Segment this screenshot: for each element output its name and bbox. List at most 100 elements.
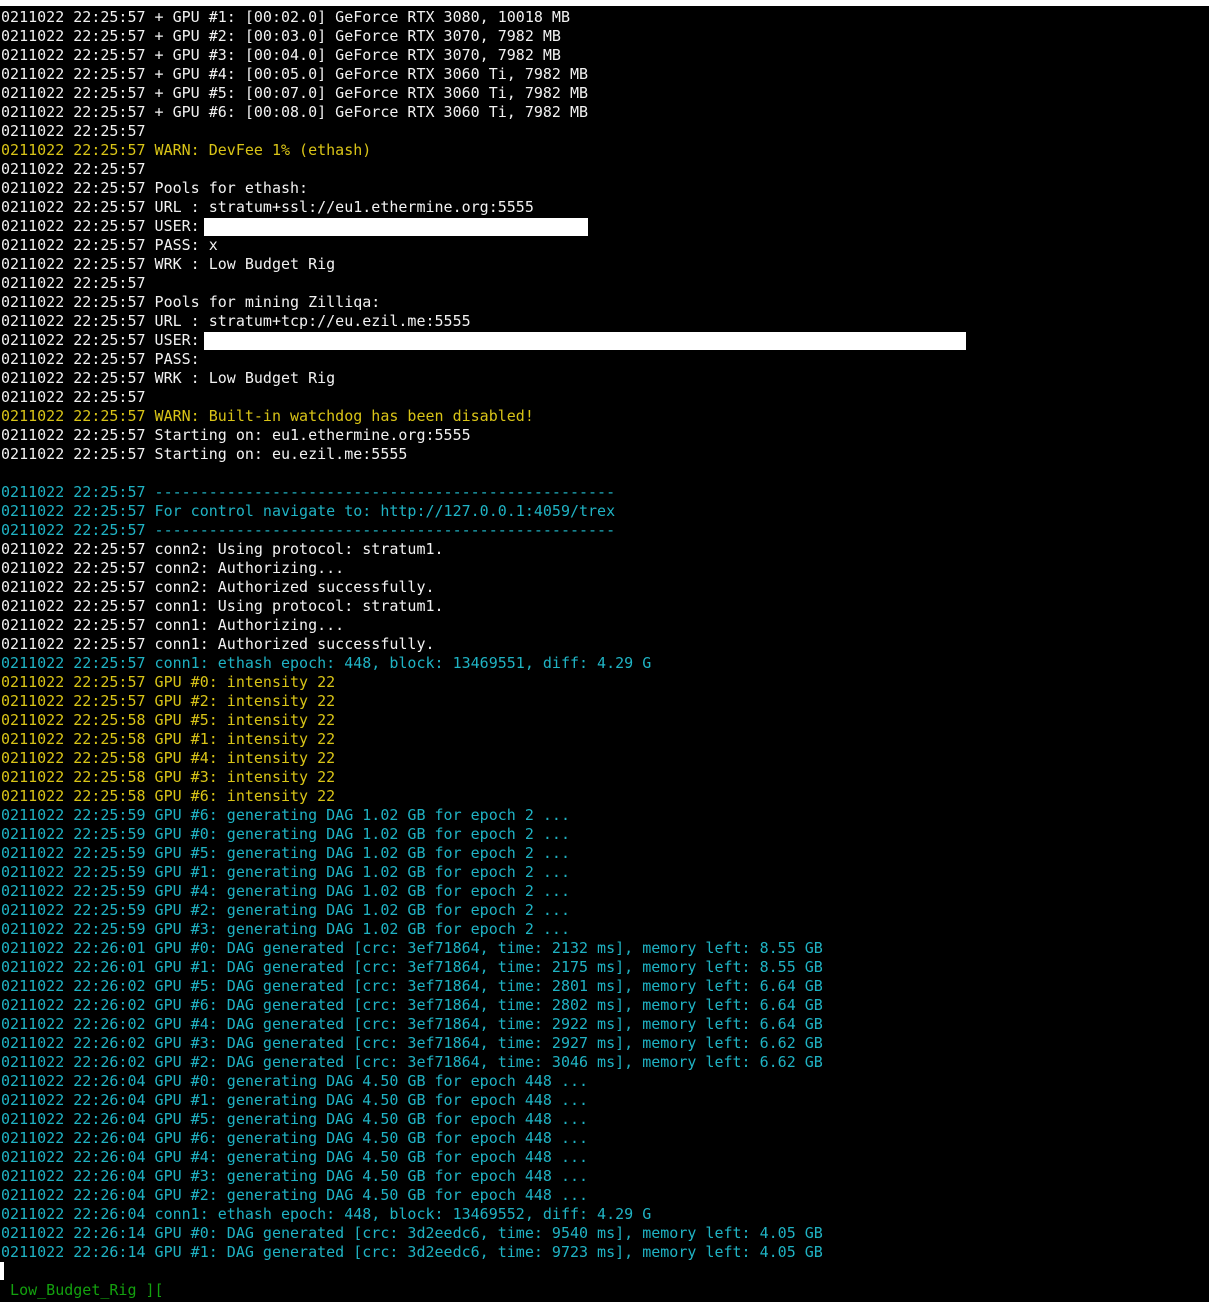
- log-line: 20211022 22:26:04 GPU #5: generating DAG…: [0, 1110, 823, 1129]
- log-line: 20211022 22:25:57 conn1: Authorizing...: [0, 616, 823, 635]
- log-line-text: 20211022 22:25:58 GPU #4: intensity 22: [0, 749, 336, 767]
- log-line: 20211022 22:26:04 GPU #0: generating DAG…: [0, 1072, 823, 1091]
- log-line-text: 20211022 22:25:57 conn2: Using protocol:…: [0, 540, 444, 558]
- log-line-text: 20211022 22:25:57 Pools for ethash:: [0, 179, 309, 197]
- log-line-text: 20211022 22:25:57 + GPU #4: [00:05.0] Ge…: [0, 65, 589, 83]
- log-line: 20211022 22:25:59 GPU #5: generating DAG…: [0, 844, 823, 863]
- log-line: 20211022 22:25:57 + GPU #2: [00:03.0] Ge…: [0, 27, 823, 46]
- log-line-text: 20211022 22:25:57 WARN: DevFee 1% (ethas…: [0, 141, 372, 159]
- log-line-text: 20211022 22:25:57 conn1: ethash epoch: 4…: [0, 654, 652, 672]
- log-line: 20211022 22:25:58 GPU #1: intensity 22: [0, 730, 823, 749]
- log-line: 20211022 22:25:57 Pools for ethash:: [0, 179, 823, 198]
- log-line-text: 20211022 22:25:59 GPU #4: generating DAG…: [0, 882, 570, 900]
- log-line-text: 20211022 22:25:57 + GPU #6: [00:08.0] Ge…: [0, 103, 589, 121]
- log-line: 20211022 22:25:57 ----------------------…: [0, 521, 823, 540]
- log-line-text: 20211022 22:25:57 + GPU #5: [00:07.0] Ge…: [0, 84, 589, 102]
- log-line-text: 20211022 22:25:58 GPU #5: intensity 22: [0, 711, 336, 729]
- log-line-text: 20211022 22:25:57 GPU #2: intensity 22: [0, 692, 336, 710]
- log-line-text: 20211022 22:25:57 PASS:: [0, 350, 200, 368]
- log-line: 20211022 22:25:57 + GPU #3: [00:04.0] Ge…: [0, 46, 823, 65]
- log-line-text: 20211022 22:25:57 For control navigate t…: [0, 502, 616, 520]
- log-line-text: 20211022 22:25:57 conn2: Authorized succ…: [0, 578, 435, 596]
- log-line-text: 20211022 22:26:04 GPU #2: generating DAG…: [0, 1186, 589, 1204]
- log-line-text: 20211022 22:25:57 Starting on: eu.ezil.m…: [0, 445, 408, 463]
- log-line-text: 20211022 22:25:57: [0, 122, 146, 140]
- log-line: 20211022 22:25:58 GPU #5: intensity 22: [0, 711, 823, 730]
- log-line-text: 20211022 22:25:57: [0, 160, 146, 178]
- log-line: 20211022 22:26:04 GPU #4: generating DAG…: [0, 1148, 823, 1167]
- log-line-text: 20211022 22:26:04 GPU #3: generating DAG…: [0, 1167, 589, 1185]
- log-line: 20211022 22:25:57 USER:: [0, 217, 823, 236]
- log-line: 20211022 22:25:57 Pools for mining Zilli…: [0, 293, 823, 312]
- log-line: 20211022 22:26:01 GPU #0: DAG generated …: [0, 939, 823, 958]
- log-line-text: 20211022 22:25:57 conn1: Authorizing...: [0, 616, 345, 634]
- log-line-text: 20211022 22:25:57 conn1: Using protocol:…: [0, 597, 444, 615]
- log-line: 20211022 22:25:59 GPU #3: generating DAG…: [0, 920, 823, 939]
- redaction-box: [204, 332, 966, 350]
- log-line: 20211022 22:25:57 WRK : Low Budget Rig: [0, 255, 823, 274]
- log-line: 20211022 22:26:14 GPU #0: DAG generated …: [0, 1224, 823, 1243]
- log-line: 20211022 22:25:57 WARN: DevFee 1% (ethas…: [0, 141, 823, 160]
- log-line-text: 20211022 22:25:57 WRK : Low Budget Rig: [0, 255, 336, 273]
- log-line: 20211022 22:25:59 GPU #4: generating DAG…: [0, 882, 823, 901]
- log-line: 20211022 22:26:02 GPU #6: DAG generated …: [0, 996, 823, 1015]
- log-line-text: 20211022 22:26:01 GPU #0: DAG generated …: [0, 939, 823, 957]
- log-line: 20211022 22:25:58 GPU #4: intensity 22: [0, 749, 823, 768]
- log-line-text: 20211022 22:25:57 WRK : Low Budget Rig: [0, 369, 336, 387]
- terminal-window[interactable]: 20211022 22:25:57 + GPU #1: [00:02.0] Ge…: [0, 6, 1209, 1302]
- log-line: 20211022 22:25:57 WRK : Low Budget Rig: [0, 369, 823, 388]
- log-line-text: 20211022 22:25:59 GPU #0: generating DAG…: [0, 825, 570, 843]
- log-line: 20211022 22:26:04 GPU #1: generating DAG…: [0, 1091, 823, 1110]
- log-line: 20211022 22:25:57 conn1: Authorized succ…: [0, 635, 823, 654]
- redaction-box: [204, 218, 588, 236]
- log-line: 20211022 22:25:57 conn1: Using protocol:…: [0, 597, 823, 616]
- log-line: 20211022 22:25:57 GPU #2: intensity 22: [0, 692, 823, 711]
- log-line-text: 20211022 22:25:57: [0, 274, 146, 292]
- log-line-text: 20211022 22:25:57 conn1: Authorized succ…: [0, 635, 435, 653]
- log-line-text: 20211022 22:26:02 GPU #4: DAG generated …: [0, 1015, 823, 1033]
- log-line: 20211022 22:25:58 GPU #6: intensity 22: [0, 787, 823, 806]
- log-line-text: 20211022 22:26:14 GPU #1: DAG generated …: [0, 1243, 823, 1261]
- log-line: 20211022 22:25:57 For control navigate t…: [0, 502, 823, 521]
- log-line: 20211022 22:25:59 GPU #6: generating DAG…: [0, 806, 823, 825]
- log-line-text: 20211022 22:25:59 GPU #1: generating DAG…: [0, 863, 570, 881]
- log-line-text: 20211022 22:26:04 GPU #1: generating DAG…: [0, 1091, 589, 1109]
- log-line-text: 20211022 22:25:57 URL : stratum+tcp://eu…: [0, 312, 471, 330]
- log-line: 20211022 22:25:57 conn2: Authorized succ…: [0, 578, 823, 597]
- log-line-text: 20211022 22:26:04 GPU #5: generating DAG…: [0, 1110, 589, 1128]
- log-line: 20211022 22:25:58 GPU #3: intensity 22: [0, 768, 823, 787]
- log-line: 20211022 22:25:57 + GPU #5: [00:07.0] Ge…: [0, 84, 823, 103]
- log-line: 20211022 22:25:57: [0, 160, 823, 179]
- log-line-text: 20211022 22:25:57 conn2: Authorizing...: [0, 559, 345, 577]
- log-line: 20211022 22:25:57 Starting on: eu1.ether…: [0, 426, 823, 445]
- log-line-text: 20211022 22:25:57 USER:: [0, 331, 200, 349]
- log-line: 20211022 22:25:57 PASS:: [0, 350, 823, 369]
- log-line: 20211022 22:26:02 GPU #3: DAG generated …: [0, 1034, 823, 1053]
- log-line-text: 20211022 22:25:57 + GPU #2: [00:03.0] Ge…: [0, 27, 561, 45]
- log-line-text: 20211022 22:26:02 GPU #2: DAG generated …: [0, 1053, 823, 1071]
- log-line-text: 20211022 22:25:58 GPU #6: intensity 22: [0, 787, 336, 805]
- log-line-text: 20211022 22:26:04 GPU #0: generating DAG…: [0, 1072, 589, 1090]
- log-line-text: 20211022 22:26:04 conn1: ethash epoch: 4…: [0, 1205, 652, 1223]
- log-line-text: 20211022 22:25:59 GPU #5: generating DAG…: [0, 844, 570, 862]
- log-line: 20211022 22:26:14 GPU #1: DAG generated …: [0, 1243, 823, 1262]
- log-line: 20211022 22:25:59 GPU #0: generating DAG…: [0, 825, 823, 844]
- log-line-text: 20211022 22:25:59 GPU #6: generating DAG…: [0, 806, 570, 824]
- log-line-text: 20211022 22:25:57 USER:: [0, 217, 200, 235]
- log-line: 20211022 22:25:59 GPU #1: generating DAG…: [0, 863, 823, 882]
- log-line-text: 20211022 22:25:57 Starting on: eu1.ether…: [0, 426, 471, 444]
- status-bar: [ Low_Budget_Rig ][: [0, 1281, 164, 1299]
- log-line: 20211022 22:25:57 USER:: [0, 331, 966, 350]
- log-line-text: 20211022 22:26:14 GPU #0: DAG generated …: [0, 1224, 823, 1242]
- log-line: 20211022 22:25:57 conn2: Authorizing...: [0, 559, 823, 578]
- log-line: 20211022 22:26:04 GPU #2: generating DAG…: [0, 1186, 823, 1205]
- log-line-text: 20211022 22:26:01 GPU #1: DAG generated …: [0, 958, 823, 976]
- log-line-text: 20211022 22:26:04 GPU #4: generating DAG…: [0, 1148, 589, 1166]
- log-line: 20211022 22:25:57 conn2: Using protocol:…: [0, 540, 823, 559]
- log-line-text: 20211022 22:25:58 GPU #1: intensity 22: [0, 730, 336, 748]
- log-line-text: 20211022 22:25:57 WARN: Built-in watchdo…: [0, 407, 534, 425]
- log-line: 20211022 22:26:01 GPU #1: DAG generated …: [0, 958, 823, 977]
- log-line: 20211022 22:25:57 Starting on: eu.ezil.m…: [0, 445, 823, 464]
- text-cursor: [0, 1262, 4, 1280]
- terminal-log: 20211022 22:25:57 + GPU #1: [00:02.0] Ge…: [0, 8, 966, 1262]
